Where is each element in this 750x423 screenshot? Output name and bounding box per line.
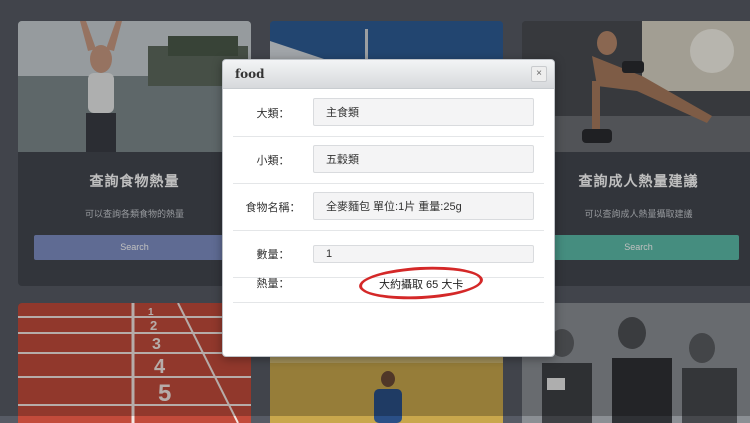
search-button[interactable]: Search	[538, 235, 739, 260]
card-image-running-track: 1 2 3 4 5	[18, 303, 251, 423]
track-number: 2	[150, 318, 157, 333]
card-description: 可以查詢成人熱量攝取建議	[584, 209, 693, 219]
calories-result: 大約攝取 65 大卡	[379, 279, 464, 291]
card-image-yoga-woman	[18, 21, 251, 152]
card-food-calories: 查詢食物熱量 可以查詢各類食物的熱量 Search	[18, 21, 251, 286]
track-number: 4	[154, 356, 166, 378]
card-title: 查詢成人熱量建議	[578, 173, 699, 189]
quantity-field[interactable]: 1	[313, 245, 534, 263]
card-adult-calories: 查詢成人熱量建議 可以查詢成人熱量攝取建議 Search	[522, 21, 750, 286]
row-label: 食物名稱：	[245, 202, 301, 214]
row-label: 大類：	[256, 108, 290, 120]
card-image-fitness-man	[522, 21, 750, 152]
modal-header: food ×	[223, 60, 554, 89]
card-running-track: 1 2 3 4 5	[18, 303, 251, 423]
subcategory-field[interactable]: 五穀類	[313, 145, 534, 173]
search-button[interactable]: Search	[34, 235, 235, 260]
row-food-name: 食物名稱： 全麥麵包 單位:1片 重量:25g	[233, 184, 544, 231]
food-modal: food × 大類： 主食類 小類： 五穀類 食物名稱： 全麥麵包 單位:1片 …	[222, 59, 555, 357]
card-marathon	[522, 303, 750, 423]
row-subcategory: 小類： 五穀類	[233, 137, 544, 184]
modal-title: food	[235, 67, 265, 81]
card-image-marathon	[522, 303, 750, 423]
category-field[interactable]: 主食類	[313, 98, 534, 126]
row-label: 小類：	[256, 155, 290, 167]
row-label: 熱量：	[256, 278, 290, 290]
food-name-field[interactable]: 全麥麵包 單位:1片 重量:25g	[313, 192, 534, 220]
close-icon[interactable]: ×	[531, 66, 547, 82]
track-number: 1	[148, 307, 154, 318]
card-title: 查詢食物熱量	[89, 173, 180, 189]
card-description: 可以查詢各類食物的熱量	[84, 209, 184, 219]
track-number: 3	[152, 336, 161, 353]
row-category: 大類： 主食類	[233, 90, 544, 137]
track-number: 5	[158, 380, 171, 407]
row-calories: 熱量： 大約攝取 65 大卡	[233, 263, 544, 303]
